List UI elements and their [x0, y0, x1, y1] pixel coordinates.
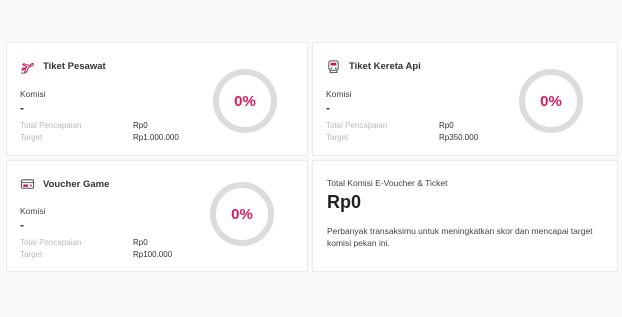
- komisi-value: -: [20, 218, 24, 232]
- target-row: Target Rp1.000.000: [20, 133, 179, 142]
- progress-ring: 0%: [210, 182, 274, 246]
- card-title: Voucher Game: [43, 178, 110, 190]
- summary-title: Total Komisi E-Voucher & Ticket: [327, 178, 448, 188]
- total-pencapaian-value: Rp0: [133, 121, 148, 130]
- progress-percent: 0%: [234, 92, 256, 110]
- target-label: Target: [20, 133, 43, 142]
- total-pencapaian-label: Total Pencapaian: [20, 121, 82, 130]
- progress-percent: 0%: [540, 92, 562, 110]
- komisi-value: -: [326, 101, 330, 115]
- card-tiket-pesawat: Tiket Pesawat Komisi - Total Pencapaian R…: [6, 42, 308, 156]
- komisi-value: -: [20, 101, 24, 115]
- progress-ring: 0%: [519, 69, 583, 133]
- target-value: Rp100.000: [133, 250, 173, 259]
- card-voucher-game: Voucher Game Komisi - Total Pencapaian Rp…: [6, 160, 308, 272]
- game-voucher-icon: [19, 176, 35, 192]
- total-pencapaian-label: Total Pencapaian: [20, 238, 82, 247]
- komisi-label: Komisi: [20, 206, 46, 216]
- target-row: Target Rp350.000: [326, 133, 478, 142]
- total-pencapaian-label: Total Pencapaian: [326, 121, 388, 130]
- train-icon: [325, 58, 341, 74]
- progress-percent: 0%: [231, 205, 253, 223]
- airplane-icon: [19, 58, 35, 74]
- card-header: Tiket Kereta Api: [325, 58, 421, 74]
- target-label: Target: [20, 250, 43, 259]
- total-pencapaian-row: Total Pencapaian Rp0: [20, 121, 148, 130]
- target-row: Target Rp100.000: [20, 250, 172, 259]
- card-header: Tiket Pesawat: [19, 58, 106, 74]
- summary-amount: Rp0: [327, 192, 362, 212]
- total-pencapaian-value: Rp0: [133, 238, 148, 247]
- card-total-komisi: Total Komisi E-Voucher & Ticket Rp0 Perb…: [312, 160, 618, 272]
- summary-description: Perbanyak transaksimu untuk meningkatkan…: [327, 226, 593, 248]
- komisi-label: Komisi: [326, 89, 352, 99]
- total-pencapaian-row: Total Pencapaian Rp0: [326, 121, 454, 130]
- total-pencapaian-row: Total Pencapaian Rp0: [20, 238, 148, 247]
- target-value: Rp350.000: [439, 133, 479, 142]
- card-title: Tiket Kereta Api: [349, 60, 421, 72]
- card-title: Tiket Pesawat: [43, 60, 106, 72]
- target-label: Target: [326, 133, 349, 142]
- target-value: Rp1.000.000: [133, 133, 179, 142]
- progress-ring: 0%: [213, 69, 277, 133]
- komisi-label: Komisi: [20, 89, 46, 99]
- card-tiket-kereta-api: Tiket Kereta Api Komisi - Total Pencapai…: [312, 42, 618, 156]
- total-pencapaian-value: Rp0: [439, 121, 454, 130]
- card-header: Voucher Game: [19, 176, 109, 192]
